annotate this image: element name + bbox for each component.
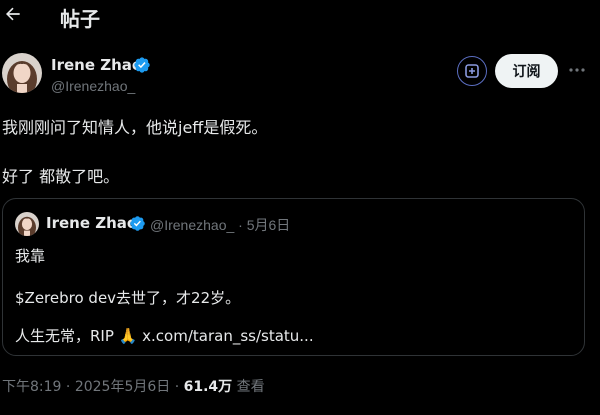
post-text-line-2: 好了 都散了吧。 (2, 167, 120, 186)
quote-date: 5月6日 (246, 217, 291, 233)
back-button[interactable] (2, 3, 24, 25)
praying-hands-emoji: 🙏 (118, 327, 138, 345)
quote-link[interactable]: x.com/taran_ss/statu... (142, 327, 313, 345)
author-handle[interactable]: @Irenezhao_ (51, 78, 135, 94)
quote-text-prefix: 人生无常，RIP (15, 327, 114, 345)
views-label: 查看 (236, 379, 265, 395)
quote-text-line-1: 我靠 (15, 247, 46, 265)
avatar[interactable] (2, 53, 42, 93)
grok-icon (465, 64, 479, 78)
verified-badge-icon (134, 57, 150, 73)
more-button[interactable] (566, 60, 588, 80)
quote-text-line-2: $Zerebro dev去世了，才22岁。 (15, 289, 241, 307)
quote-author-name: Irene Zhao (46, 214, 138, 232)
page-title: 帖子 (60, 7, 100, 31)
quote-separator: · (238, 217, 243, 233)
quote-avatar (15, 212, 39, 236)
more-horizontal-icon (569, 68, 585, 72)
arrow-left-icon (6, 7, 20, 21)
top-bar: 帖子 (0, 0, 600, 32)
post-date[interactable]: 2025年5月6日 (75, 379, 170, 395)
quote-text-line-3: 人生无常，RIP 🙏 x.com/taran_ss/statu... (15, 325, 314, 346)
author-name[interactable]: Irene Zhao (51, 56, 142, 74)
grok-button[interactable] (457, 56, 487, 86)
meta-separator: · (174, 379, 180, 395)
quote-author-handle: @Irenezhao_ (150, 217, 235, 233)
quote-avatar-image (15, 212, 39, 236)
quote-handle-date: @Irenezhao_ · 5月6日 (150, 215, 290, 235)
post-text-line-1: 我刚刚问了知情人，他说jeff是假死。 (2, 118, 268, 137)
views-count: 61.4万 (183, 379, 233, 395)
avatar-image (2, 53, 42, 93)
subscribe-button[interactable]: 订阅 (495, 54, 558, 88)
quote-verified-badge-icon (130, 216, 145, 231)
post-metadata: 下午8:19 · 2025年5月6日 · 61.4万 查看 (2, 376, 265, 396)
post-time[interactable]: 下午8:19 (2, 379, 61, 395)
meta-separator: · (65, 379, 71, 395)
quote-tweet-card[interactable]: Irene Zhao @Irenezhao_ · 5月6日 我靠 $Zerebr… (2, 198, 585, 356)
